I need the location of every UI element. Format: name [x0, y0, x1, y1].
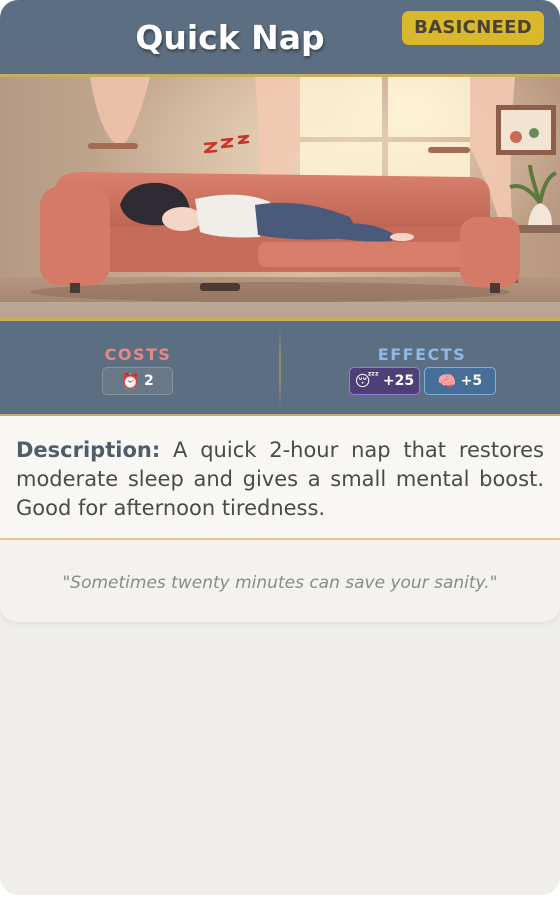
action-card[interactable]: Quick Nap BASICNEED COSTS ⏰ 2 EFFECTS 😴 …: [0, 0, 560, 895]
effect-mind-pill: 🧠 +5: [424, 367, 496, 395]
stats-panel: COSTS ⏰ 2 EFFECTS 😴 +25 🧠 +5: [0, 321, 560, 416]
card-type-badge: BASICNEED: [402, 11, 544, 45]
brain-icon: 🧠: [437, 372, 457, 390]
card-header: Quick Nap BASICNEED: [0, 0, 560, 77]
effect-sleep-value: +25: [382, 373, 415, 389]
cost-time-value: 2: [143, 373, 154, 389]
effect-sleep-pill: 😴 +25: [349, 367, 420, 395]
description-label: Description:: [16, 438, 161, 462]
description-panel: Description: A quick 2-hour nap that res…: [0, 416, 560, 540]
flavor-panel: "Sometimes twenty minutes can save your …: [0, 540, 560, 622]
stats-divider: [279, 329, 281, 407]
effects-title: EFFECTS: [377, 345, 467, 364]
flavor-text: "Sometimes twenty minutes can save your …: [62, 573, 498, 593]
costs-title: COSTS: [104, 345, 172, 364]
alarm-clock-icon: ⏰: [121, 372, 140, 390]
card-illustration: [0, 77, 560, 321]
effect-mind-value: +5: [460, 373, 483, 389]
description-text: Description: A quick 2-hour nap that res…: [16, 436, 544, 523]
sleeping-face-icon: 😴: [354, 372, 379, 390]
card-title: Quick Nap: [135, 18, 325, 57]
cost-time-pill: ⏰ 2: [102, 367, 173, 395]
